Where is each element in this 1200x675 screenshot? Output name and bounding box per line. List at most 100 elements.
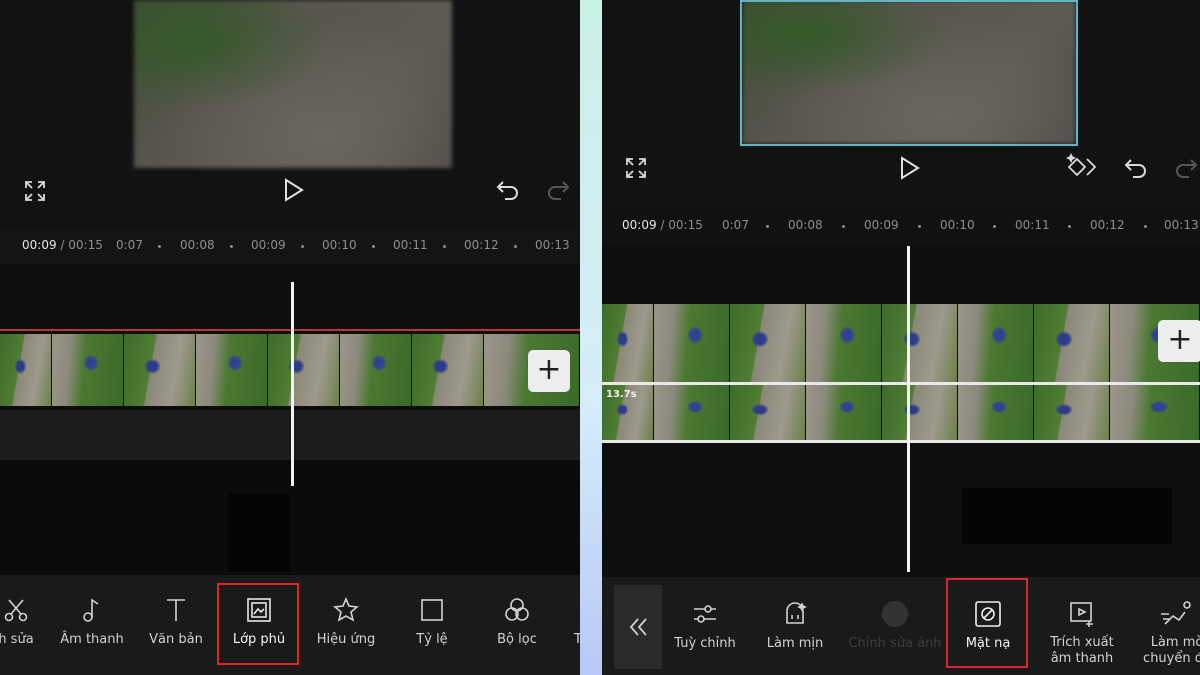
redo-icon[interactable]: [544, 176, 572, 204]
clip-thumbnail: [1034, 385, 1110, 440]
undo-icon[interactable]: [494, 176, 522, 204]
total-time: / 00:15: [56, 238, 103, 252]
tick-dot: [918, 225, 921, 228]
playhead[interactable]: [907, 246, 910, 572]
clip-thumbnail: [882, 385, 958, 440]
music-note-icon: [56, 595, 128, 625]
clip-thumbnail: [806, 304, 882, 382]
clip-thumbnail: [958, 304, 1034, 382]
clip-thumbnail: [730, 304, 806, 382]
double-chevron-left-icon: [629, 618, 647, 636]
highlight-mask-tool: [946, 578, 1028, 668]
clip-thumbnail: [654, 304, 730, 382]
tick-dot: [301, 245, 304, 248]
tool-label: Làm mịn: [766, 636, 824, 651]
clip-thumbnail: [730, 385, 806, 440]
clip-thumbnail: [268, 334, 340, 406]
timeline-ruler[interactable]: 00:09 / 00:15 0:07 00:08 00:09 00:10 00:…: [0, 228, 580, 264]
tool-label: Bộ lọc: [497, 632, 537, 647]
tick-dot: [1144, 225, 1147, 228]
tool-audio[interactable]: Âm thanh: [56, 595, 128, 648]
bottom-toolbar: Tuỳ chỉnh Làm mịn Chỉnh sửa ảnh Mặt nạ T…: [602, 577, 1200, 675]
clip-thumbnail: [196, 334, 268, 406]
timeline-track-area: [0, 264, 580, 460]
tool-label: Trích xuất âm thanh: [1050, 635, 1114, 666]
tool-adjust[interactable]: Tuỳ chỉnh: [668, 599, 742, 652]
play-button[interactable]: [280, 176, 308, 204]
overlay-clip-bottom-border: [602, 440, 1200, 443]
tick-label: 00:08: [180, 238, 215, 252]
tool-edit[interactable]: h sửa: [0, 595, 44, 648]
tool-partial[interactable]: T: [568, 595, 580, 648]
tick-label: 00:08: [788, 218, 823, 232]
clip-thumbnail: [654, 385, 730, 440]
timeline-ruler[interactable]: 00:09 / 00:15 0:07 00:08 00:09 00:10 00:…: [602, 208, 1200, 244]
current-time: 00:09: [622, 218, 657, 232]
redo-icon[interactable]: [1174, 154, 1200, 182]
keyframe-icon[interactable]: [1064, 152, 1100, 182]
tool-motion-blur[interactable]: Làm mờ chuyển độ: [1132, 599, 1200, 667]
current-time: 00:09: [22, 238, 57, 252]
play-button[interactable]: [896, 154, 924, 182]
star-effect-icon: [308, 595, 384, 625]
tool-label: Văn bản: [149, 632, 203, 647]
main-video-clip[interactable]: [602, 304, 1200, 382]
tick-label: 00:10: [322, 238, 357, 252]
clip-thumbnail: [0, 334, 52, 406]
tool-label: Làm mờ chuyển độ: [1143, 635, 1200, 666]
video-preview-frame: [134, 0, 452, 168]
clip-thumbnail: [806, 385, 882, 440]
tick-dot: [230, 245, 233, 248]
tool-extract-audio[interactable]: Trích xuất âm thanh: [1038, 599, 1126, 667]
overlay-video-clip[interactable]: [602, 385, 1200, 440]
tool-photo-edit: Chỉnh sửa ảnh: [840, 599, 950, 652]
total-time: / 00:15: [656, 218, 703, 232]
tool-label: Tỷ lệ: [416, 632, 448, 647]
tool-label: Hiệu ứng: [316, 632, 376, 647]
tool-effects[interactable]: Hiệu ứng: [308, 595, 384, 648]
add-clip-button[interactable]: +: [1158, 320, 1200, 362]
tool-text[interactable]: Văn bản: [142, 595, 210, 648]
back-button[interactable]: [614, 585, 662, 669]
tick-dot: [514, 245, 517, 248]
tick-label: 00:09: [864, 218, 899, 232]
timeline-track-area: 13.7s: [602, 244, 1200, 578]
main-video-clip[interactable]: [0, 334, 580, 406]
add-clip-button[interactable]: +: [528, 350, 570, 392]
timecode: 00:09 / 00:15: [622, 218, 703, 232]
empty-track: [0, 410, 580, 460]
fullscreen-icon[interactable]: [22, 178, 48, 204]
tool-label: T: [574, 632, 580, 647]
left-screenshot-panel: 00:09 / 00:15 0:07 00:08 00:09 00:10 00:…: [0, 0, 580, 675]
tool-label: Tuỳ chỉnh: [674, 636, 736, 651]
tick-label: 00:09: [251, 238, 286, 252]
text-icon: [142, 595, 210, 625]
tool-filter[interactable]: Bộ lọc: [484, 595, 550, 648]
tick-dot: [158, 245, 161, 248]
tick-dot: [372, 245, 375, 248]
clip-thumbnail: [124, 334, 196, 406]
fullscreen-icon[interactable]: [622, 154, 650, 182]
filter-circles-icon: [484, 595, 550, 625]
tick-label: 00:11: [1015, 218, 1050, 232]
undo-icon[interactable]: [1122, 154, 1150, 182]
clip-thumbnail: [1034, 304, 1110, 382]
tool-smooth[interactable]: Làm mịn: [758, 599, 832, 652]
smooth-face-icon: [758, 599, 832, 629]
tick-label: 00:13: [535, 238, 570, 252]
playhead[interactable]: [291, 282, 294, 486]
tick-label: 0:07: [722, 218, 749, 232]
tool-label: Âm thanh: [60, 632, 124, 647]
highlight-overlay-tool: [217, 583, 299, 665]
tool-label: h sửa: [0, 632, 34, 647]
ratio-square-icon: [400, 595, 464, 625]
tick-label: 00:11: [393, 238, 428, 252]
clip-thumbnail: [602, 304, 654, 382]
extract-audio-icon: [1038, 599, 1126, 629]
clip-thumbnail: [340, 334, 412, 406]
overlay-selection-frame[interactable]: [740, 0, 1078, 146]
photo-edit-icon: [840, 599, 950, 629]
clip-thumbnail: [52, 334, 124, 406]
tool-ratio[interactable]: Tỷ lệ: [400, 595, 464, 648]
clip-thumbnail: [412, 334, 484, 406]
